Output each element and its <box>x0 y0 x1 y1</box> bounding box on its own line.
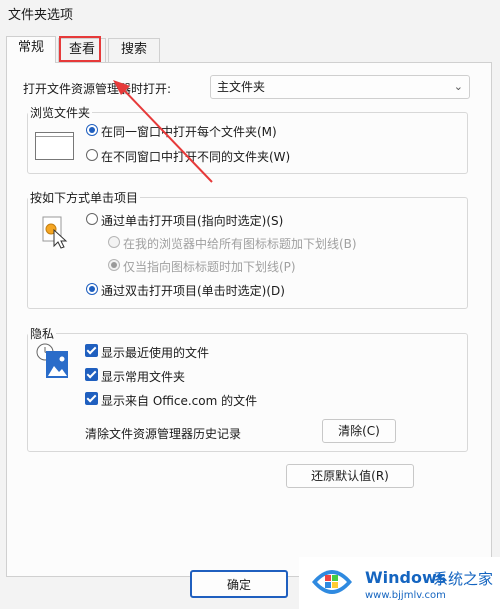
radio-double-click[interactable] <box>86 283 98 295</box>
checkbox-show-office[interactable] <box>85 392 98 405</box>
windows-logo-icon <box>312 570 352 594</box>
open-explorer-label: 打开文件资源管理器时打开: <box>23 82 172 96</box>
clear-history-label: 清除文件资源管理器历史记录 <box>85 427 242 441</box>
checkbox-show-office-label[interactable]: 显示来自 Office.com 的文件 <box>101 392 257 409</box>
ok-button[interactable]: 确定 <box>190 570 288 598</box>
radio-underline-browser <box>108 236 120 248</box>
privacy-title: 隐私 <box>28 325 57 342</box>
checkbox-show-recent[interactable] <box>85 344 98 357</box>
radio-same-window[interactable] <box>86 124 98 136</box>
checkbox-show-recent-label[interactable]: 显示最近使用的文件 <box>101 344 209 361</box>
radio-new-window-label[interactable]: 在不同窗口中打开不同的文件夹(W) <box>101 148 290 165</box>
watermark-brand-cn: 系统之家 <box>433 570 494 588</box>
chevron-down-icon: ⌄ <box>453 80 463 93</box>
open-explorer-selected-value: 主文件夹 <box>217 80 266 94</box>
radio-underline-browser-label: 在我的浏览器中给所有图标标题加下划线(B) <box>123 237 357 251</box>
watermark-url: www.bjjmlv.com <box>365 590 446 601</box>
radio-underline-point-label: 仅当指向图标标题时加下划线(P) <box>123 260 296 274</box>
radio-single-click-label[interactable]: 通过单击打开项目(指向时选定)(S) <box>101 212 283 229</box>
browse-folders-title: 浏览文件夹 <box>28 104 93 121</box>
tab-search[interactable]: 搜索 <box>108 38 160 62</box>
window-title: 文件夹选项 <box>8 8 74 23</box>
radio-double-click-label[interactable]: 通过双击打开项目(单击时选定)(D) <box>101 282 285 299</box>
clear-history-button[interactable]: 清除(C) <box>322 419 396 443</box>
privacy-icon <box>36 343 68 378</box>
click-items-title: 按如下方式单击项目 <box>28 189 141 206</box>
radio-single-click[interactable] <box>86 213 98 225</box>
checkbox-show-frequent-label[interactable]: 显示常用文件夹 <box>101 368 185 385</box>
window-illustration-icon <box>35 132 74 160</box>
radio-same-window-label[interactable]: 在同一窗口中打开每个文件夹(M) <box>101 123 277 140</box>
pointer-click-icon <box>42 216 68 249</box>
radio-new-window[interactable] <box>86 149 98 161</box>
open-explorer-select[interactable]: 主文件夹 ⌄ <box>210 75 470 99</box>
radio-underline-point <box>108 259 120 271</box>
tab-general[interactable]: 常规 <box>6 36 56 63</box>
checkbox-show-frequent[interactable] <box>85 368 98 381</box>
restore-defaults-button[interactable]: 还原默认值(R) <box>286 464 414 488</box>
tab-view[interactable]: 查看 <box>58 38 106 62</box>
